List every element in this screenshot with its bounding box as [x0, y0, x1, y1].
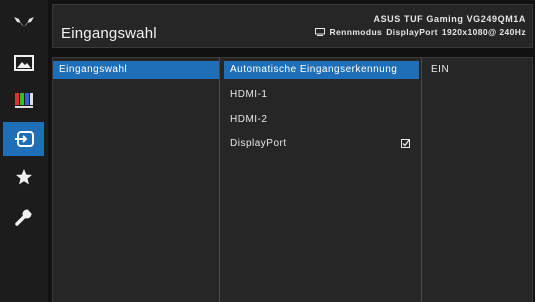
menu-item-hdmi-1[interactable]: HDMI-1	[224, 86, 419, 104]
menu-item-eingangswahl[interactable]: Eingangswahl	[53, 61, 219, 79]
sidebar	[0, 0, 48, 302]
tuf-logo-icon	[0, 4, 48, 40]
status-input: DisplayPort	[386, 27, 438, 37]
menu-item-hdmi-2[interactable]: HDMI-2	[224, 111, 419, 129]
input-select-icon[interactable]	[3, 122, 44, 156]
status-resolution: 1920x1080@ 240Hz	[441, 27, 526, 37]
menu-item-auto-input-detection[interactable]: Automatische Eingangserkennung	[224, 61, 419, 79]
monitor-model: ASUS TUF Gaming VG249QM1A	[373, 14, 526, 24]
wrench-icon[interactable]	[0, 199, 48, 235]
status-mode: Rennmodus	[329, 27, 383, 37]
star-icon[interactable]	[0, 159, 48, 195]
header-bar: Eingangswahl ASUS TUF Gaming VG249QM1A R…	[52, 4, 533, 48]
menu-item-displayport[interactable]: DisplayPort	[224, 135, 394, 153]
column-divider	[421, 57, 422, 302]
menu-item-on[interactable]: EIN	[425, 61, 525, 79]
color-bars-icon[interactable]	[0, 82, 48, 118]
column-divider	[219, 57, 220, 302]
image-icon[interactable]	[0, 45, 48, 81]
status-line: Rennmodus DisplayPort 1920x1080@ 240Hz	[315, 27, 526, 37]
monitor-icon	[315, 28, 326, 36]
page-title: Eingangswahl	[61, 25, 157, 42]
osd-window: Eingangswahl ASUS TUF Gaming VG249QM1A R…	[0, 0, 535, 302]
checkbox-checked-icon	[401, 139, 410, 148]
